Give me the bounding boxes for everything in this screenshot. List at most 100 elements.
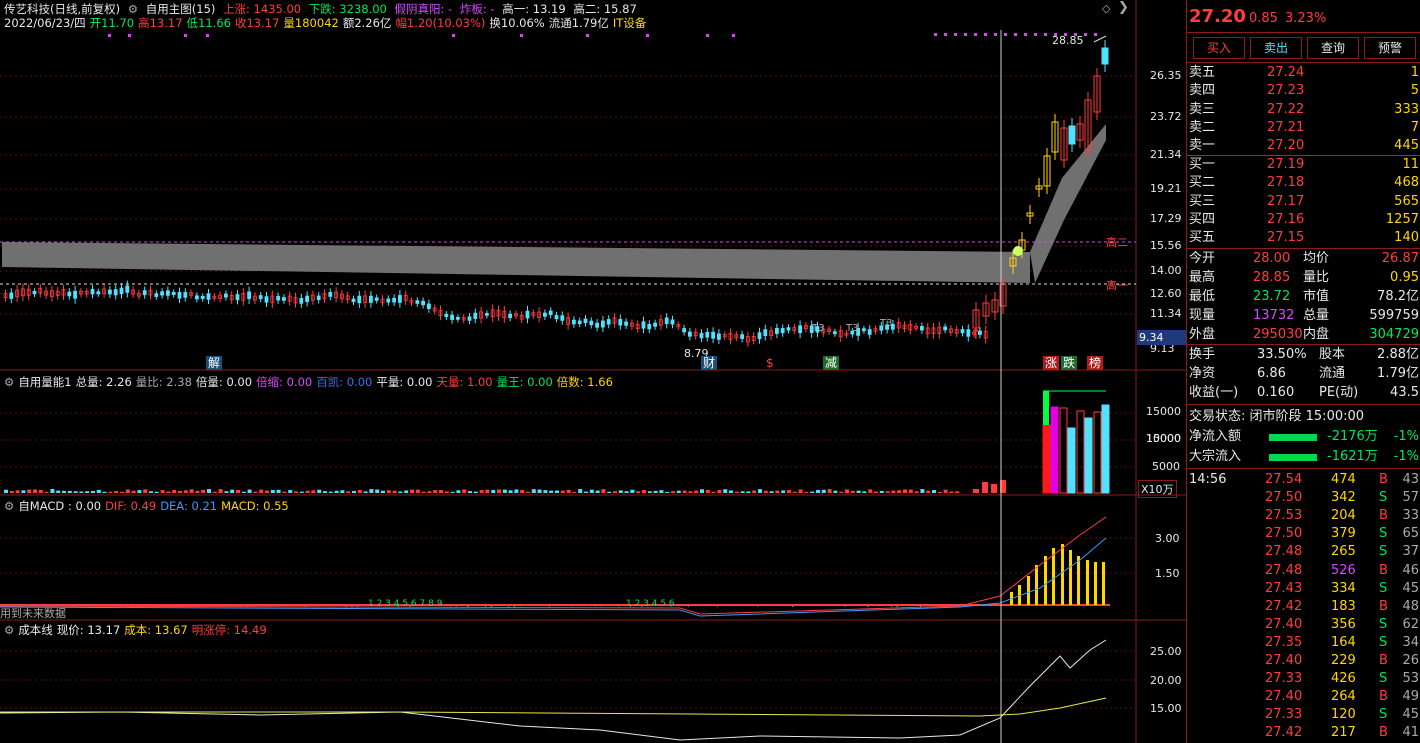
- macd-bar: [1052, 548, 1055, 605]
- candle-body: [711, 331, 715, 339]
- volume-bar: [694, 490, 699, 493]
- ask-volume: 7: [1410, 119, 1419, 135]
- signal-dot: [944, 33, 947, 36]
- volume-bar: [427, 491, 432, 493]
- volume-bar: [973, 489, 979, 493]
- candle-body: [247, 291, 252, 300]
- candle-body: [525, 310, 530, 319]
- cost-limit: 明涨停: 14.49: [191, 623, 267, 637]
- bid-row: 买五 27.15 140: [1187, 229, 1420, 247]
- gear-icon[interactable]: ⚙: [128, 2, 138, 16]
- sector-label[interactable]: IT设备: [613, 16, 646, 30]
- stat-value: 13732: [1253, 308, 1295, 323]
- volume-bar: [50, 489, 55, 493]
- diamond-icon[interactable]: ◇: [1102, 2, 1110, 15]
- volume-bar: [1067, 427, 1076, 494]
- cost-indicator-name[interactable]: 成本线: [18, 623, 53, 637]
- candle-body: [467, 316, 472, 321]
- candle-body: [206, 293, 211, 300]
- marker-cai[interactable]: 财: [701, 356, 718, 370]
- tick-count: 48: [1402, 598, 1419, 614]
- tick-price: 27.54: [1265, 472, 1303, 487]
- gear-icon[interactable]: ⚙: [4, 375, 14, 389]
- tick-row: 27.42 183 B 48: [1187, 598, 1420, 616]
- tick-count: 53: [1402, 671, 1419, 687]
- buy-button[interactable]: 买入: [1193, 37, 1245, 59]
- candle-body: [786, 327, 791, 331]
- zhaban-flag: 炸板: -: [459, 2, 495, 16]
- tick-count: 57: [1402, 490, 1419, 506]
- volume-bar: [305, 490, 310, 493]
- gear-icon[interactable]: ⚙: [4, 499, 14, 513]
- marker-dollar[interactable]: $: [764, 356, 776, 370]
- signal-dot: [128, 34, 131, 37]
- vol-flat: 平量: 0.00: [376, 375, 433, 389]
- tick-row: 27.48 265 S 37: [1187, 543, 1420, 561]
- vol-multiple: 倍量: 0.00: [195, 375, 253, 389]
- alert-button[interactable]: 预警: [1364, 37, 1416, 59]
- indicator-name[interactable]: 自用主图(15): [146, 2, 216, 16]
- stock-title[interactable]: 传艺科技(日线,前复权): [4, 2, 120, 16]
- menu-arrow-icon[interactable]: ❯: [1118, 0, 1129, 15]
- bid-row: 买四 27.16 1257: [1187, 211, 1420, 229]
- volume-bar: [468, 491, 472, 493]
- query-button[interactable]: 查询: [1307, 37, 1359, 59]
- ask-price: 27.20: [1267, 138, 1305, 154]
- volume-bar: [236, 490, 240, 493]
- cost-lines: [0, 639, 1107, 741]
- candle-body: [357, 295, 362, 304]
- volume-bar: [676, 490, 681, 493]
- stat-label: 总量: [1303, 308, 1330, 323]
- volume-bar: [125, 489, 130, 493]
- candle-body: [943, 326, 947, 331]
- gear-icon[interactable]: ⚙: [4, 623, 14, 637]
- t3-label: T3: [880, 318, 893, 329]
- volume-bar: [189, 489, 194, 493]
- candle-body: [618, 318, 623, 326]
- candle-body: [177, 292, 182, 299]
- vol-sky: 天量: 1.00: [436, 375, 493, 389]
- stat-value: 0.95: [1390, 270, 1419, 285]
- volume-bar: [421, 491, 426, 493]
- dif-line: [0, 516, 1107, 615]
- marker-jie[interactable]: 解: [206, 356, 223, 370]
- volume-bar: [792, 491, 797, 493]
- stat-value: 28.00: [1253, 251, 1291, 266]
- candle-body: [757, 332, 762, 340]
- volume-bar: [491, 489, 496, 493]
- candle-body: [960, 329, 965, 334]
- volume-bar: [671, 491, 675, 493]
- close-label: 收13.17: [234, 16, 280, 30]
- marker-jian[interactable]: 减: [823, 356, 840, 370]
- marker-zhang[interactable]: 涨: [1043, 356, 1060, 370]
- volume-bar: [346, 491, 351, 493]
- volume-bar: [247, 489, 252, 493]
- tick-price: 27.40: [1265, 653, 1303, 668]
- flow-pct: -1%: [1393, 429, 1419, 444]
- tick-count: 62: [1402, 616, 1419, 632]
- ask-price: 27.23: [1267, 83, 1305, 99]
- volume-indicator-name[interactable]: 自用量能1: [18, 375, 71, 389]
- volume-bar: [705, 489, 710, 493]
- tick-side: S: [1379, 634, 1388, 650]
- down-count: 下跌: 3238.00: [308, 2, 387, 16]
- macd-indicator-name[interactable]: 自MACD : 0.00: [18, 499, 101, 513]
- ask-volume: 445: [1394, 138, 1419, 154]
- volume-bar: [729, 490, 733, 493]
- volume-bar: [555, 490, 559, 493]
- volume-bar: [195, 490, 200, 493]
- bid-label: 买五: [1189, 230, 1216, 246]
- volume-bar: [688, 491, 693, 493]
- open-label: 开11.70: [89, 16, 135, 30]
- flow-label: 大宗流入: [1189, 449, 1242, 464]
- tick-volume: 204: [1331, 508, 1356, 524]
- macd-axis-label: 1.50: [1155, 567, 1180, 580]
- volume-bar: [62, 490, 66, 493]
- candle-body: [664, 317, 669, 324]
- volume-bar: [294, 491, 298, 493]
- marker-die[interactable]: 跌: [1061, 356, 1078, 370]
- marker-bang[interactable]: 榜: [1087, 356, 1104, 370]
- tick-volume: 164: [1331, 634, 1356, 650]
- signal-dot: [1044, 33, 1047, 36]
- sell-button[interactable]: 卖出: [1250, 37, 1302, 59]
